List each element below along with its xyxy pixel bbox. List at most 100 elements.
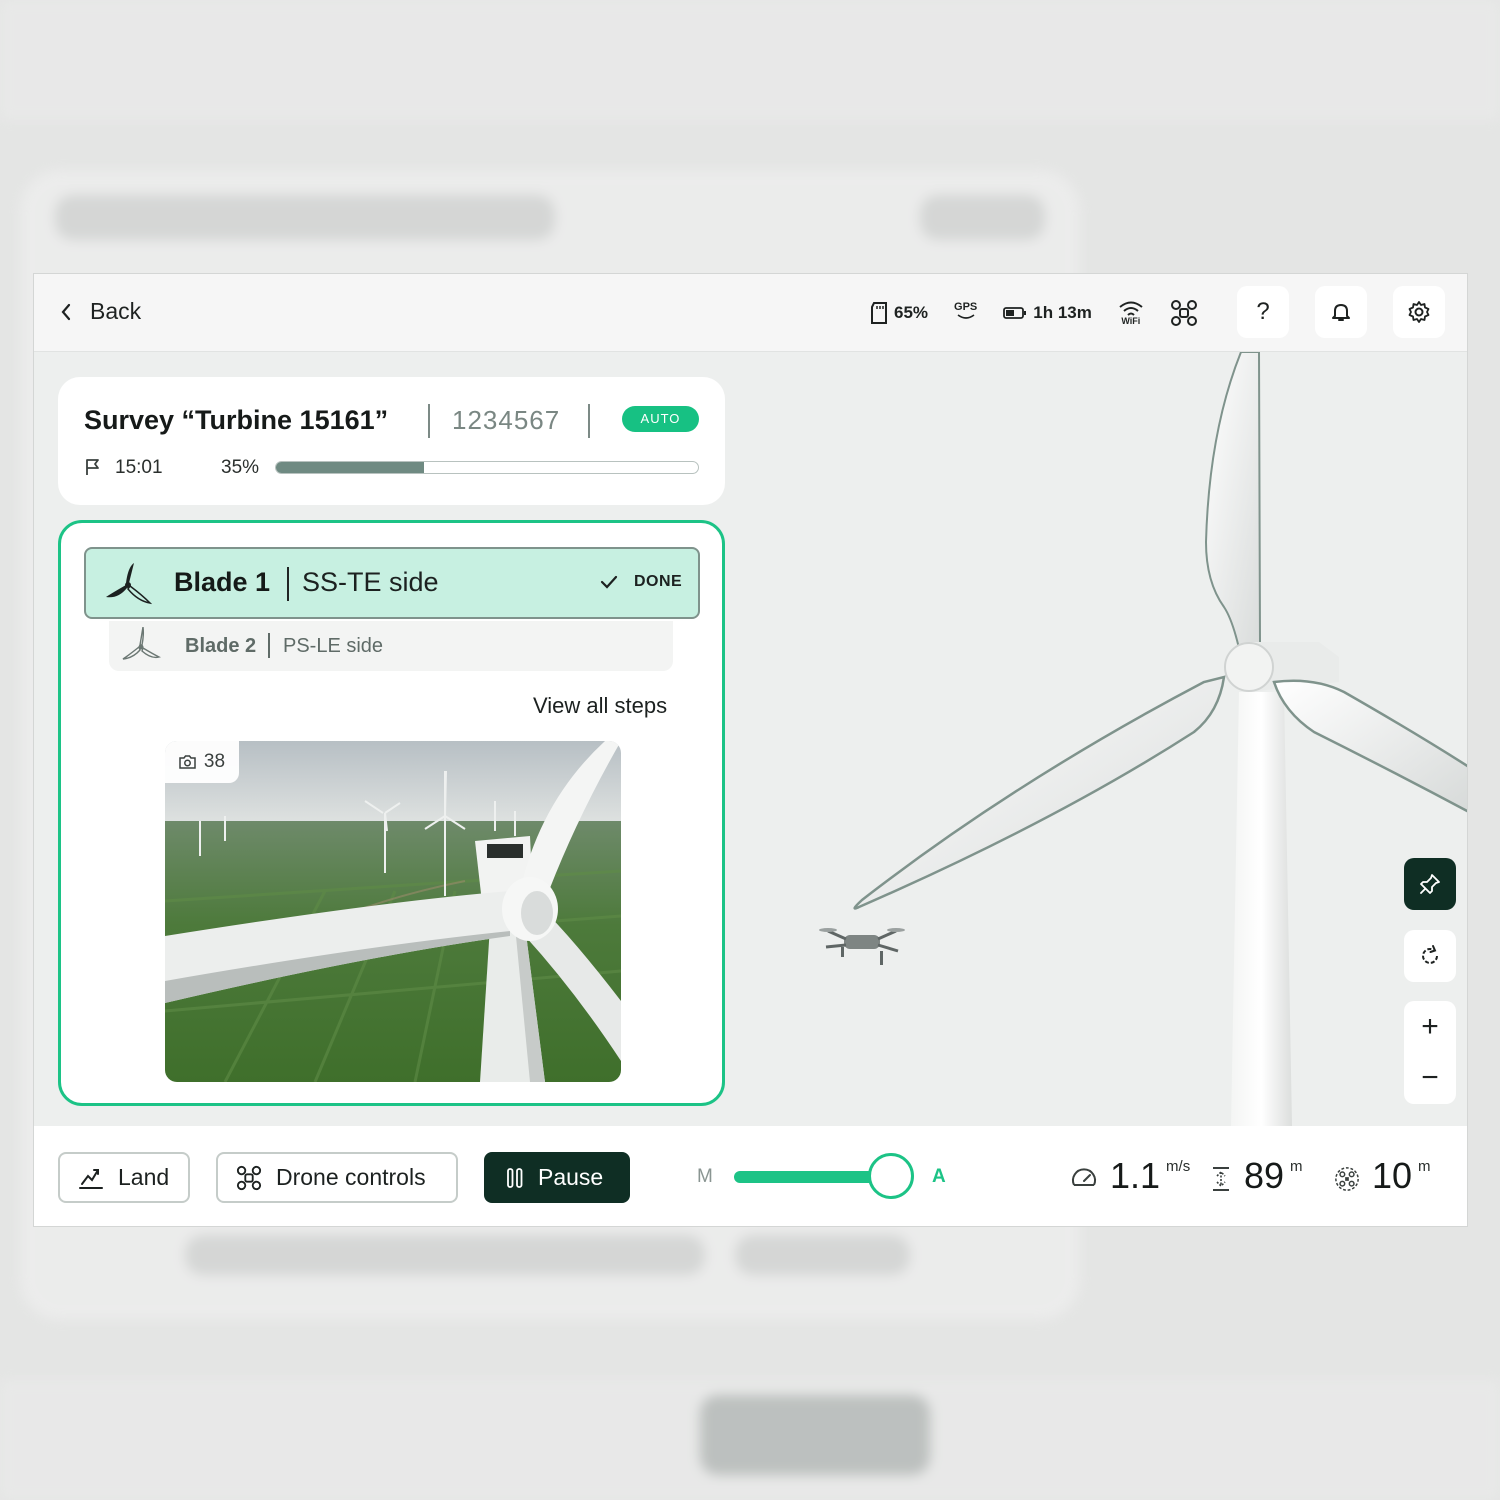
survey-time: 15:01 [115,457,163,478]
pause-label: Pause [538,1164,604,1190]
blade-icon [122,627,161,660]
wifi-status: WiFi [1118,301,1144,326]
step-current[interactable]: Blade 1 SS-TE side DONE [84,547,700,619]
turbine-tower [1231,692,1292,1126]
step-side-label: SS-TE side [302,567,439,597]
camera-icon [179,755,196,769]
drone-controls-label: Drone controls [276,1164,426,1190]
rotate-icon [1422,945,1438,964]
survey-title: Survey “Turbine 15161” [84,405,389,435]
settings-button[interactable] [1393,286,1445,338]
distance-value: 10 [1372,1155,1413,1196]
bell-icon [1332,304,1350,321]
survey-progress-bar [275,461,699,474]
reset-view-button[interactable] [1404,930,1456,982]
gps-status: GPS [954,302,977,324]
back-label: Back [90,298,142,324]
survey-card: Survey “Turbine 15161” 1234567 AUTO 15:0… [58,377,725,505]
bg-title-bar [55,195,555,240]
steps-card: Blade 1 SS-TE side DONE Blade 2 PS-LE si… [58,520,725,1106]
flag-icon [86,459,99,475]
status-indicators: 65% GPS 1h 13m WiFi [870,296,1224,330]
gear-icon [1408,301,1430,323]
drone-marker[interactable] [819,928,905,965]
help-icon: ? [1256,298,1270,325]
pause-button[interactable]: Pause [484,1152,630,1203]
progress-percent: 35% [221,457,260,478]
turbine-blade-top [1204,352,1266,666]
step-blade-label: Blade 2 [185,635,257,657]
speedometer-icon [1072,1168,1096,1186]
inspection-photo[interactable]: 38 [165,741,621,1082]
pin-button[interactable] [1404,858,1456,910]
zoom-controls: + − [1404,1001,1456,1104]
wind-farm-photo [165,741,621,1082]
drone-distance-icon [1335,1167,1359,1191]
altitude-icon [1213,1167,1229,1191]
drone-icon [236,1165,262,1190]
view-all-steps-link[interactable]: View all steps [533,693,667,719]
progress-fill [276,462,424,473]
chevron-left-icon [61,303,71,320]
altitude-unit: m [1290,1158,1303,1175]
drone-link-status [1170,299,1198,327]
bg-row-bar [185,1235,705,1275]
notifications-button[interactable] [1315,286,1367,338]
storage-status: 65% [870,302,928,324]
zoom-in-button[interactable]: + [1404,1001,1456,1052]
step-blade-label: Blade 1 [174,567,271,597]
bg-pause-button [700,1395,930,1475]
divider [287,567,289,601]
blade-icon [106,563,152,605]
battery-value: 1h 13m [1033,303,1092,322]
check-icon [600,575,618,589]
gps-icon: GPS [954,302,977,324]
bg-topbar [0,0,1500,120]
zoom-out-button[interactable]: − [1404,1052,1456,1103]
wifi-label: WiFi [1121,315,1141,326]
sd-card-icon [871,302,887,324]
speed-unit: m/s [1166,1158,1191,1175]
storage-value: 65% [894,303,929,322]
divider [588,404,590,438]
drone-icon [1170,300,1197,326]
drone-controls-button[interactable]: Drone controls [216,1152,458,1203]
photo-count-value: 38 [203,751,226,772]
turbine-blade-1 [853,675,1226,910]
flight-window: Back 65% GPS 1h 13m WiFi ? Survey “Turbi… [33,273,1468,1227]
bg-row-bar-2 [735,1235,910,1275]
land-label: Land [118,1164,170,1190]
help-button[interactable]: ? [1237,286,1289,338]
land-button[interactable]: Land [58,1152,190,1203]
gps-label: GPS [954,301,978,313]
step-status: DONE [600,573,682,591]
bg-badge-bar [920,195,1045,240]
battery-icon [1003,307,1027,319]
speed-value: 1.1 [1110,1155,1161,1196]
divider [428,404,430,438]
battery-status: 1h 13m [1003,303,1092,323]
top-bar: Back 65% GPS 1h 13m WiFi ? [34,274,1467,352]
photo-count: 38 [165,741,239,783]
mode-badge: AUTO [622,406,699,432]
distance-unit: m [1418,1158,1431,1175]
divider [268,633,270,658]
turbine-3d-view[interactable] [754,352,1468,1126]
speed-metric: 1.1 m/s [1070,1156,1190,1196]
survey-id: 1234567 [452,405,561,435]
mode-slider-knob[interactable] [868,1153,914,1199]
back-button[interactable]: Back [60,298,141,325]
altitude-value: 89 [1244,1155,1285,1196]
altitude-metric: 89 m [1210,1156,1303,1196]
pin-icon [1420,874,1440,894]
step-next[interactable]: Blade 2 PS-LE side [109,621,673,671]
mode-auto-label: A [932,1166,946,1187]
turbine-blade-2 [1272,679,1467,813]
bottom-bar: Land Drone controls Pause M A 1.1 m/s 89… [34,1126,1467,1226]
step-status-label: DONE [634,573,683,590]
turbine-hub [1224,642,1274,692]
land-icon [79,1168,103,1189]
mode-manual-label: M [697,1166,713,1187]
step-side-label: PS-LE side [283,635,384,657]
distance-metric: 10 m [1334,1156,1431,1196]
